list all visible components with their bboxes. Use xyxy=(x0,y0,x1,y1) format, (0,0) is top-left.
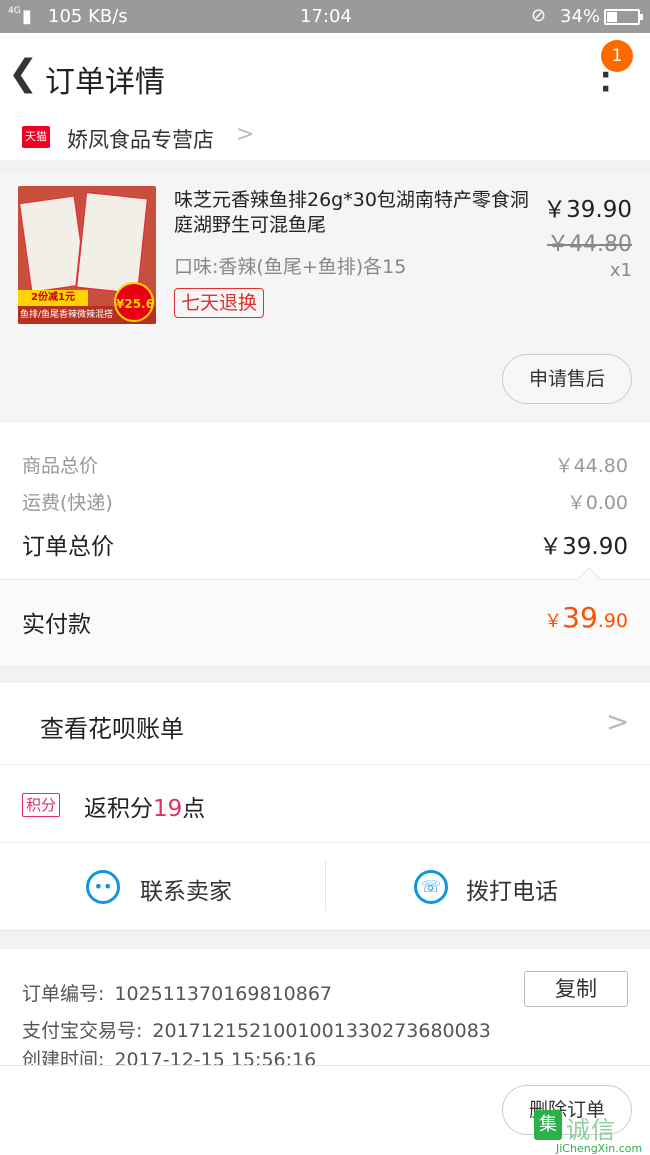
goods-total-value: ￥44.80 xyxy=(554,455,628,477)
site-watermark: 集 诚信 JiChengXin.com xyxy=(534,1108,650,1155)
thumbnail-price: ¥25.6 xyxy=(114,282,154,322)
phone-icon: ☏ xyxy=(414,870,448,904)
call-phone-button[interactable]: ☏ 拨打电话 xyxy=(325,861,650,911)
points-row: 积分 返积分19点 xyxy=(0,765,650,843)
battery-icon xyxy=(604,9,643,25)
points-text: 返积分19点 xyxy=(84,789,205,823)
clock: 17:04 xyxy=(300,6,352,27)
order-total-label: 订单总价 xyxy=(22,534,114,560)
back-icon[interactable]: ❮ xyxy=(8,53,38,94)
product-thumbnail[interactable]: 2份减1元 鱼排/鱼尾香辣微辣混搭 ¥25.6 xyxy=(18,186,156,324)
alipay-number-value[interactable]: 2017121521001001330273680083 xyxy=(152,1020,490,1042)
contact-seller-button[interactable]: •• 联系卖家 xyxy=(0,843,325,931)
paid-integer: 39 xyxy=(562,601,598,634)
order-number-value[interactable]: 102511370169810867 xyxy=(114,983,332,1005)
paid-amount: ￥39.90 xyxy=(544,601,628,634)
chevron-right-icon: > xyxy=(606,705,630,738)
item-original-price: ￥44.80 xyxy=(547,232,632,257)
paid-currency: ￥ xyxy=(544,611,563,632)
points-suffix: 点 xyxy=(182,796,206,822)
alipay-number-row: 支付宝交易号: 2017121521001001330273680083 xyxy=(22,1016,491,1043)
paid-amount-row: 实付款 ￥39.90 xyxy=(0,567,650,665)
created-time-row: 创建时间: 2017-12-15 15:56:16 xyxy=(22,1045,316,1065)
alipay-number-label: 支付宝交易号: xyxy=(22,1020,143,1042)
battery-fill xyxy=(607,12,617,22)
nav-bar: ❮ 订单详情 ··· 1 xyxy=(0,33,650,118)
contact-bar: •• 联系卖家 ☏ 拨打电话 xyxy=(0,843,650,931)
chevron-right-icon: > xyxy=(236,122,255,147)
return-policy-tag: 七天退换 xyxy=(174,288,265,318)
paid-label: 实付款 xyxy=(22,612,91,638)
product-sku: 口味:香辣(鱼尾+鱼排)各15 xyxy=(174,256,407,278)
price-summary: 商品总价 ￥44.80 运费(快递) ￥0.00 订单总价 ￥39.90 xyxy=(0,423,650,579)
order-item[interactable]: 2份减1元 鱼排/鱼尾香辣微辣混搭 ¥25.6 味芝元香辣鱼排26g*30包湖南… xyxy=(0,174,650,423)
chat-icon: •• xyxy=(86,870,120,904)
rotation-lock-icon: ⊘ xyxy=(531,5,547,26)
thumbnail-promo: 2份减1元 xyxy=(18,290,88,306)
watermark-logo: 集 xyxy=(534,1110,562,1140)
after-sale-button[interactable]: 申请售后 xyxy=(502,354,632,404)
contact-seller-label: 联系卖家 xyxy=(140,879,232,905)
network-type: 4G xyxy=(8,6,21,16)
status-bar: 4G ▮ 105 KB/s 17:04 ⊘ 34% xyxy=(0,0,650,33)
order-number-row: 订单编号: 102511370169810867 xyxy=(22,979,332,1006)
paid-decimal: .90 xyxy=(597,610,628,632)
shipping-label: 运费(快递) xyxy=(22,492,113,514)
points-tag: 积分 xyxy=(22,793,61,817)
huabei-bill-row[interactable]: 查看花呗账单 > xyxy=(0,683,650,765)
battery-percent: 34% xyxy=(560,6,601,27)
signal-icon: ▮ xyxy=(22,6,32,27)
points-prefix: 返积分 xyxy=(84,796,153,822)
product-pack-image xyxy=(75,190,149,296)
order-number-label: 订单编号: xyxy=(22,983,105,1005)
order-total-value: ￥39.90 xyxy=(539,534,628,560)
network-speed: 105 KB/s xyxy=(48,6,128,27)
created-time-value: 2017-12-15 15:56:16 xyxy=(114,1049,317,1065)
shop-row[interactable]: 天猫 娇凤食品专营店 > xyxy=(0,118,650,160)
order-info: 订单编号: 102511370169810867 复制 支付宝交易号: 201712… xyxy=(0,949,650,1065)
item-price: ￥39.90 xyxy=(543,197,632,223)
shipping-value: ￥0.00 xyxy=(566,492,628,514)
huabei-label: 查看花呗账单 xyxy=(40,715,184,743)
item-quantity: x1 xyxy=(609,260,632,281)
page-title: 订单详情 xyxy=(45,65,165,100)
shop-name: 娇凤食品专营店 xyxy=(67,128,214,152)
points-amount: 19 xyxy=(153,796,183,822)
watermark-domain: JiChengXin.com xyxy=(556,1142,643,1155)
goods-total-label: 商品总价 xyxy=(22,455,99,477)
created-time-label: 创建时间: xyxy=(22,1049,105,1065)
copy-button[interactable]: 复制 xyxy=(524,971,628,1007)
watermark-text: 诚信 xyxy=(566,1116,616,1144)
call-phone-label: 拨打电话 xyxy=(466,879,558,905)
notification-badge: 1 xyxy=(601,40,633,72)
product-title[interactable]: 味芝元香辣鱼排26g*30包湖南特产零食洞庭湖野生可混鱼尾 xyxy=(174,188,529,238)
tmall-logo: 天猫 xyxy=(22,126,50,148)
